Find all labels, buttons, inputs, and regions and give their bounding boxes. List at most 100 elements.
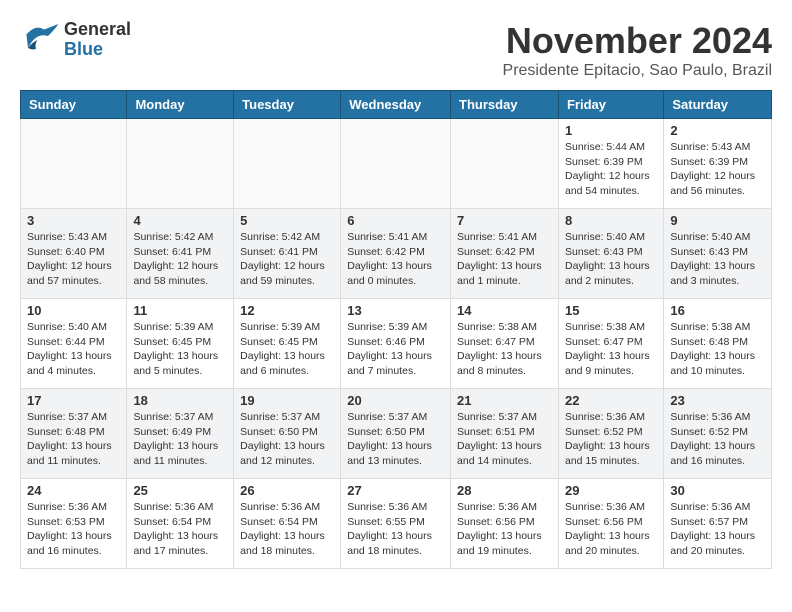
calendar-cell: 3Sunrise: 5:43 AM Sunset: 6:40 PM Daylig… xyxy=(21,209,127,299)
day-number: 14 xyxy=(457,303,552,318)
calendar-table: SundayMondayTuesdayWednesdayThursdayFrid… xyxy=(20,90,772,569)
logo-text: General Blue xyxy=(64,20,131,60)
calendar-cell: 2Sunrise: 5:43 AM Sunset: 6:39 PM Daylig… xyxy=(664,119,772,209)
logo-bird-icon xyxy=(20,20,60,60)
day-number: 12 xyxy=(240,303,334,318)
day-info: Sunrise: 5:43 AM Sunset: 6:39 PM Dayligh… xyxy=(670,140,765,199)
logo-blue-text: Blue xyxy=(64,40,131,60)
day-info: Sunrise: 5:40 AM Sunset: 6:44 PM Dayligh… xyxy=(27,320,120,379)
day-number: 1 xyxy=(565,123,657,138)
calendar-cell: 10 Sunrise: 5:40 AM Sunset: 6:44 PM Dayli… xyxy=(21,299,127,389)
day-number: 5 xyxy=(240,213,334,228)
calendar-cell: 6 Sunrise: 5:41 AM Sunset: 6:42 PM Daylig… xyxy=(341,209,451,299)
day-info: Sunrise: 5:36 AM Sunset: 6:57 PM Dayligh… xyxy=(670,500,765,559)
weekday-header-sunday: Sunday xyxy=(21,91,127,119)
day-info: Sunrise: 5:36 AM Sunset: 6:56 PM Dayligh… xyxy=(457,500,552,559)
calendar-cell: 22 Sunrise: 5:36 AM Sunset: 6:52 PM Dayli… xyxy=(558,389,663,479)
day-info: Sunrise: 5:39 AM Sunset: 6:45 PM Dayligh… xyxy=(240,320,334,379)
logo: General Blue xyxy=(20,20,131,60)
calendar-week-1: 1 Sunrise: 5:44 AM Sunset: 6:39 PM Daylig… xyxy=(21,119,772,209)
day-number: 27 xyxy=(347,483,444,498)
weekday-header-saturday: Saturday xyxy=(664,91,772,119)
calendar-cell: 27Sunrise: 5:36 AM Sunset: 6:55 PM Dayli… xyxy=(341,479,451,569)
weekday-header-tuesday: Tuesday xyxy=(234,91,341,119)
weekday-header-monday: Monday xyxy=(127,91,234,119)
day-info: Sunrise: 5:36 AM Sunset: 6:56 PM Dayligh… xyxy=(565,500,657,559)
day-number: 17 xyxy=(27,393,120,408)
day-number: 30 xyxy=(670,483,765,498)
title-section: November 2024 Presidente Epitacio, Sao P… xyxy=(503,20,772,80)
calendar-cell: 21Sunrise: 5:37 AM Sunset: 6:51 PM Dayli… xyxy=(451,389,559,479)
day-number: 3 xyxy=(27,213,120,228)
day-number: 23 xyxy=(670,393,765,408)
day-number: 24 xyxy=(27,483,120,498)
day-info: Sunrise: 5:37 AM Sunset: 6:49 PM Dayligh… xyxy=(133,410,227,469)
day-info: Sunrise: 5:40 AM Sunset: 6:43 PM Dayligh… xyxy=(670,230,765,289)
day-info: Sunrise: 5:36 AM Sunset: 6:54 PM Dayligh… xyxy=(133,500,227,559)
month-title: November 2024 xyxy=(503,20,772,62)
day-info: Sunrise: 5:36 AM Sunset: 6:53 PM Dayligh… xyxy=(27,500,120,559)
calendar-cell: 28Sunrise: 5:36 AM Sunset: 6:56 PM Dayli… xyxy=(451,479,559,569)
calendar-cell: 1 Sunrise: 5:44 AM Sunset: 6:39 PM Daylig… xyxy=(558,119,663,209)
day-info: Sunrise: 5:39 AM Sunset: 6:46 PM Dayligh… xyxy=(347,320,444,379)
day-number: 29 xyxy=(565,483,657,498)
calendar-cell: 12 Sunrise: 5:39 AM Sunset: 6:45 PM Dayli… xyxy=(234,299,341,389)
calendar-cell: 14 Sunrise: 5:38 AM Sunset: 6:47 PM Dayli… xyxy=(451,299,559,389)
day-info: Sunrise: 5:42 AM Sunset: 6:41 PM Dayligh… xyxy=(133,230,227,289)
calendar-cell: 25Sunrise: 5:36 AM Sunset: 6:54 PM Dayli… xyxy=(127,479,234,569)
day-info: Sunrise: 5:38 AM Sunset: 6:48 PM Dayligh… xyxy=(670,320,765,379)
calendar-cell: 4Sunrise: 5:42 AM Sunset: 6:41 PM Daylig… xyxy=(127,209,234,299)
calendar-cell: 5 Sunrise: 5:42 AM Sunset: 6:41 PM Daylig… xyxy=(234,209,341,299)
day-info: Sunrise: 5:37 AM Sunset: 6:50 PM Dayligh… xyxy=(240,410,334,469)
day-number: 16 xyxy=(670,303,765,318)
calendar-cell: 16 Sunrise: 5:38 AM Sunset: 6:48 PM Dayli… xyxy=(664,299,772,389)
calendar-cell: 7Sunrise: 5:41 AM Sunset: 6:42 PM Daylig… xyxy=(451,209,559,299)
day-number: 18 xyxy=(133,393,227,408)
page-header: General Blue November 2024 Presidente Ep… xyxy=(20,20,772,80)
calendar-cell xyxy=(234,119,341,209)
calendar-header-row: SundayMondayTuesdayWednesdayThursdayFrid… xyxy=(21,91,772,119)
day-number: 20 xyxy=(347,393,444,408)
calendar-cell xyxy=(341,119,451,209)
calendar-cell: 11 Sunrise: 5:39 AM Sunset: 6:45 PM Dayli… xyxy=(127,299,234,389)
calendar-cell: 19 Sunrise: 5:37 AM Sunset: 6:50 PM Dayli… xyxy=(234,389,341,479)
weekday-header-friday: Friday xyxy=(558,91,663,119)
calendar-week-2: 3Sunrise: 5:43 AM Sunset: 6:40 PM Daylig… xyxy=(21,209,772,299)
calendar-week-3: 10 Sunrise: 5:40 AM Sunset: 6:44 PM Dayli… xyxy=(21,299,772,389)
day-number: 15 xyxy=(565,303,657,318)
day-info: Sunrise: 5:41 AM Sunset: 6:42 PM Dayligh… xyxy=(347,230,444,289)
calendar-cell xyxy=(127,119,234,209)
day-number: 9 xyxy=(670,213,765,228)
day-number: 13 xyxy=(347,303,444,318)
day-info: Sunrise: 5:36 AM Sunset: 6:52 PM Dayligh… xyxy=(670,410,765,469)
day-info: Sunrise: 5:36 AM Sunset: 6:54 PM Dayligh… xyxy=(240,500,334,559)
day-info: Sunrise: 5:39 AM Sunset: 6:45 PM Dayligh… xyxy=(133,320,227,379)
calendar-cell: 8Sunrise: 5:40 AM Sunset: 6:43 PM Daylig… xyxy=(558,209,663,299)
calendar-week-4: 17 Sunrise: 5:37 AM Sunset: 6:48 PM Dayli… xyxy=(21,389,772,479)
calendar-cell: 18 Sunrise: 5:37 AM Sunset: 6:49 PM Dayli… xyxy=(127,389,234,479)
calendar-cell: 13 Sunrise: 5:39 AM Sunset: 6:46 PM Dayli… xyxy=(341,299,451,389)
day-number: 10 xyxy=(27,303,120,318)
calendar-cell: 29 Sunrise: 5:36 AM Sunset: 6:56 PM Dayli… xyxy=(558,479,663,569)
calendar-cell xyxy=(451,119,559,209)
day-info: Sunrise: 5:36 AM Sunset: 6:52 PM Dayligh… xyxy=(565,410,657,469)
day-info: Sunrise: 5:38 AM Sunset: 6:47 PM Dayligh… xyxy=(457,320,552,379)
day-number: 22 xyxy=(565,393,657,408)
day-info: Sunrise: 5:40 AM Sunset: 6:43 PM Dayligh… xyxy=(565,230,657,289)
calendar-cell: 30 Sunrise: 5:36 AM Sunset: 6:57 PM Dayli… xyxy=(664,479,772,569)
day-info: Sunrise: 5:44 AM Sunset: 6:39 PM Dayligh… xyxy=(565,140,657,199)
calendar-cell: 9 Sunrise: 5:40 AM Sunset: 6:43 PM Daylig… xyxy=(664,209,772,299)
day-number: 7 xyxy=(457,213,552,228)
calendar-cell: 17 Sunrise: 5:37 AM Sunset: 6:48 PM Dayli… xyxy=(21,389,127,479)
day-info: Sunrise: 5:37 AM Sunset: 6:48 PM Dayligh… xyxy=(27,410,120,469)
day-info: Sunrise: 5:37 AM Sunset: 6:51 PM Dayligh… xyxy=(457,410,552,469)
day-info: Sunrise: 5:42 AM Sunset: 6:41 PM Dayligh… xyxy=(240,230,334,289)
weekday-header-thursday: Thursday xyxy=(451,91,559,119)
day-number: 11 xyxy=(133,303,227,318)
calendar-cell: 24 Sunrise: 5:36 AM Sunset: 6:53 PM Dayli… xyxy=(21,479,127,569)
calendar-cell: 23 Sunrise: 5:36 AM Sunset: 6:52 PM Dayli… xyxy=(664,389,772,479)
day-number: 19 xyxy=(240,393,334,408)
logo-general-text: General xyxy=(64,20,131,40)
day-number: 6 xyxy=(347,213,444,228)
day-info: Sunrise: 5:38 AM Sunset: 6:47 PM Dayligh… xyxy=(565,320,657,379)
